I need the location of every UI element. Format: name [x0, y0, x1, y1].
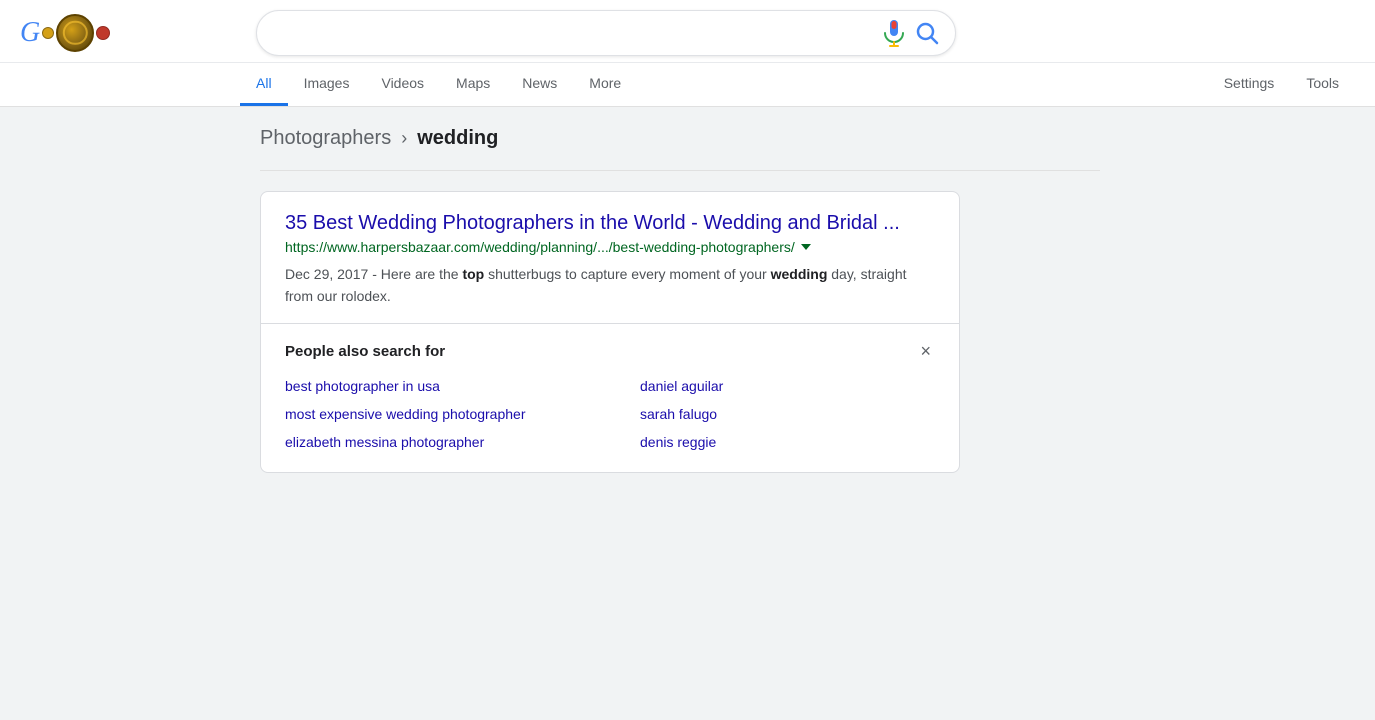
nav-tabs: All Images Videos Maps News More Setting… [0, 62, 1375, 106]
doodle-dot-2 [96, 26, 110, 40]
content-divider [260, 170, 1100, 171]
doodle-circle [56, 14, 94, 52]
header: G top wedding photographer [0, 0, 1375, 107]
snippet-date: Dec 29, 2017 [285, 266, 368, 282]
result-main: 35 Best Wedding Photographers in the Wor… [261, 192, 959, 323]
doodle-g-letter: G [20, 17, 40, 49]
search-button[interactable] [915, 21, 939, 45]
tab-settings[interactable]: Settings [1208, 63, 1291, 106]
nav-right: Settings Tools [1208, 63, 1355, 106]
snippet-text-1: - Here are the [372, 266, 462, 282]
google-logo: G [20, 14, 240, 52]
tab-maps[interactable]: Maps [440, 63, 506, 106]
doodle-dot-1 [42, 27, 54, 39]
search-icon-area [883, 19, 939, 47]
search-bar: top wedding photographer [256, 10, 956, 56]
paf-title: People also search for [285, 343, 445, 360]
header-top: G top wedding photographer [0, 0, 1375, 62]
paf-link-4[interactable]: elizabeth messina photographer [285, 432, 580, 452]
paf-link-3[interactable]: sarah falugo [640, 404, 935, 424]
paf-link-0[interactable]: best photographer in usa [285, 376, 580, 396]
paf-header: People also search for × [285, 340, 935, 362]
result-card: 35 Best Wedding Photographers in the Wor… [260, 191, 960, 473]
result-snippet: Dec 29, 2017 - Here are the top shutterb… [285, 263, 935, 307]
paf-link-2[interactable]: most expensive wedding photographer [285, 404, 580, 424]
tab-images[interactable]: Images [288, 63, 366, 106]
snippet-bold-1: top [462, 266, 484, 282]
result-url-row: https://www.harpersbazaar.com/wedding/pl… [285, 239, 935, 255]
dropdown-arrow-icon[interactable] [801, 244, 811, 250]
breadcrumb: Photographers › wedding [260, 127, 1100, 150]
tab-news[interactable]: News [506, 63, 573, 106]
paf-grid: best photographer in usa daniel aguilar … [285, 376, 935, 452]
tab-tools[interactable]: Tools [1290, 63, 1355, 106]
main-content: Photographers › wedding 35 Best Wedding … [0, 107, 1100, 493]
google-doodle: G [20, 14, 110, 52]
snippet-bold-2: wedding [771, 266, 828, 282]
breadcrumb-separator: › [401, 128, 407, 149]
tab-videos[interactable]: Videos [365, 63, 440, 106]
result-url: https://www.harpersbazaar.com/wedding/pl… [285, 239, 795, 255]
tab-more[interactable]: More [573, 63, 637, 106]
breadcrumb-parent[interactable]: Photographers [260, 127, 391, 150]
mic-icon[interactable] [883, 19, 905, 47]
close-paf-button[interactable]: × [916, 340, 935, 362]
result-title[interactable]: 35 Best Wedding Photographers in the Wor… [285, 212, 935, 235]
breadcrumb-current: wedding [417, 127, 498, 150]
paf-link-5[interactable]: denis reggie [640, 432, 935, 452]
people-also-search-section: People also search for × best photograph… [261, 323, 959, 472]
snippet-text-2: shutterbugs to capture every moment of y… [488, 266, 770, 282]
paf-link-1[interactable]: daniel aguilar [640, 376, 935, 396]
search-bar-wrapper: top wedding photographer [256, 10, 956, 56]
tab-all[interactable]: All [240, 63, 288, 106]
search-input[interactable]: top wedding photographer [273, 23, 873, 44]
